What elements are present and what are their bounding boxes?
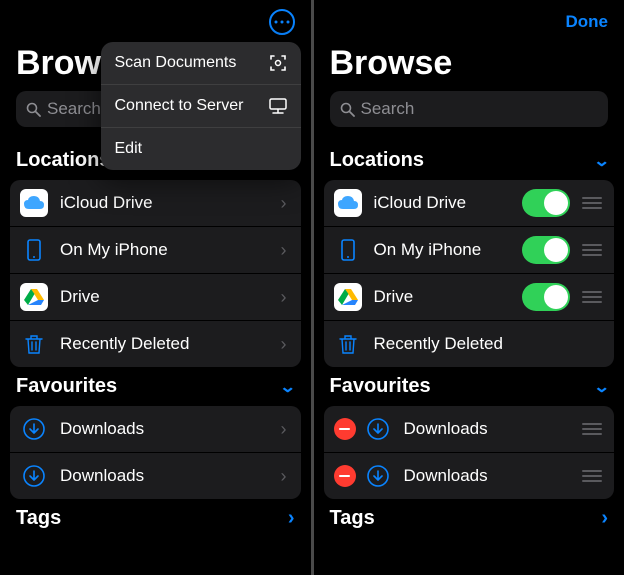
page-title: Browse — [314, 44, 624, 91]
context-menu: Scan Documents Connect to Server Edit — [101, 42, 301, 170]
tags-header[interactable]: Tags › — [0, 499, 311, 538]
favourite-item[interactable]: Downloads — [324, 453, 615, 499]
search-icon — [26, 102, 41, 117]
location-item-gdrive[interactable]: Drive — [324, 274, 615, 321]
menu-item-connect[interactable]: Connect to Server — [101, 85, 301, 128]
chevron-right-icon: › — [277, 466, 291, 487]
item-label: Downloads — [60, 419, 277, 439]
menu-item-edit[interactable]: Edit — [101, 128, 301, 170]
item-label: Downloads — [60, 466, 277, 486]
download-icon — [364, 462, 392, 490]
search-placeholder: Search — [361, 99, 415, 119]
chevron-right-icon: › — [277, 193, 291, 214]
favourites-list: Downloads Downloads — [324, 406, 615, 499]
done-button[interactable]: Done — [566, 12, 609, 32]
more-button[interactable] — [269, 9, 295, 35]
download-icon — [364, 415, 392, 443]
item-label: On My iPhone — [374, 240, 523, 260]
drag-handle-icon[interactable] — [580, 289, 604, 305]
locations-label: Locations — [330, 149, 424, 172]
menu-item-label: Scan Documents — [115, 54, 237, 72]
drag-handle-icon[interactable] — [580, 242, 604, 258]
menu-item-scan[interactable]: Scan Documents — [101, 42, 301, 85]
favourites-header[interactable]: Favourites ⌄ — [314, 367, 624, 406]
chevron-right-icon: › — [277, 240, 291, 261]
chevron-down-icon: ⌄ — [279, 377, 296, 397]
favourites-label: Favourites — [16, 375, 117, 398]
icloud-icon — [20, 189, 48, 217]
trash-icon — [20, 330, 48, 358]
search-icon — [340, 102, 355, 117]
locations-label: Locations — [16, 149, 110, 172]
chevron-right-icon: › — [601, 507, 608, 530]
menu-item-label: Connect to Server — [115, 97, 244, 115]
iphone-icon — [20, 236, 48, 264]
trash-icon — [334, 330, 362, 358]
iphone-icon — [334, 236, 362, 264]
gdrive-icon — [20, 283, 48, 311]
chevron-down-icon: ⌄ — [593, 151, 610, 171]
download-icon — [20, 462, 48, 490]
favourite-item[interactable]: Downloads › — [10, 406, 301, 453]
item-label: Downloads — [404, 419, 581, 439]
item-label: Drive — [374, 287, 523, 307]
tags-header[interactable]: Tags › — [314, 499, 624, 538]
chevron-down-icon: ⌄ — [593, 377, 610, 397]
favourites-list: Downloads › Downloads › — [10, 406, 301, 499]
gdrive-icon — [334, 283, 362, 311]
item-label: Downloads — [404, 466, 581, 486]
location-item-deleted[interactable]: Recently Deleted — [324, 321, 615, 367]
download-icon — [20, 415, 48, 443]
chevron-right-icon: › — [277, 287, 291, 308]
drag-handle-icon[interactable] — [580, 468, 604, 484]
favourites-header[interactable]: Favourites ⌄ — [0, 367, 311, 406]
screen-right: Done Browse Search Locations ⌄ iCloud Dr… — [314, 0, 624, 575]
location-item-deleted[interactable]: Recently Deleted › — [10, 321, 301, 367]
locations-header[interactable]: Locations ⌄ — [314, 141, 624, 180]
delete-button[interactable] — [334, 465, 356, 487]
drag-handle-icon[interactable] — [580, 195, 604, 211]
search-placeholder: Search — [47, 99, 101, 119]
scan-icon — [269, 54, 287, 72]
locations-list: iCloud Drive On My iPhone Drive Recently — [324, 180, 615, 367]
location-item-gdrive[interactable]: Drive › — [10, 274, 301, 321]
favourite-item[interactable]: Downloads — [324, 406, 615, 453]
icloud-icon — [334, 189, 362, 217]
favourite-item[interactable]: Downloads › — [10, 453, 301, 499]
item-label: iCloud Drive — [60, 193, 277, 213]
chevron-right-icon: › — [277, 334, 291, 355]
menu-item-label: Edit — [115, 140, 143, 158]
item-label: Recently Deleted — [60, 334, 277, 354]
search-field[interactable]: Search — [330, 91, 609, 127]
chevron-right-icon: › — [288, 507, 295, 530]
drag-handle-icon[interactable] — [580, 421, 604, 437]
location-item-icloud[interactable]: iCloud Drive — [324, 180, 615, 227]
favourites-label: Favourites — [330, 375, 431, 398]
topbar — [0, 0, 311, 44]
screen-left: Browse Search Locations iCloud Drive › O… — [0, 0, 311, 575]
toggle-switch[interactable] — [522, 236, 570, 264]
item-label: iCloud Drive — [374, 193, 523, 213]
tags-label: Tags — [330, 507, 375, 530]
item-label: Recently Deleted — [374, 334, 605, 354]
chevron-right-icon: › — [277, 419, 291, 440]
locations-list: iCloud Drive › On My iPhone › Drive › Re… — [10, 180, 301, 367]
item-label: On My iPhone — [60, 240, 277, 260]
location-item-iphone[interactable]: On My iPhone › — [10, 227, 301, 274]
location-item-iphone[interactable]: On My iPhone — [324, 227, 615, 274]
toggle-switch[interactable] — [522, 189, 570, 217]
location-item-icloud[interactable]: iCloud Drive › — [10, 180, 301, 227]
server-icon — [269, 98, 287, 114]
item-label: Drive — [60, 287, 277, 307]
tags-label: Tags — [16, 507, 61, 530]
topbar: Done — [314, 0, 624, 44]
delete-button[interactable] — [334, 418, 356, 440]
toggle-switch[interactable] — [522, 283, 570, 311]
